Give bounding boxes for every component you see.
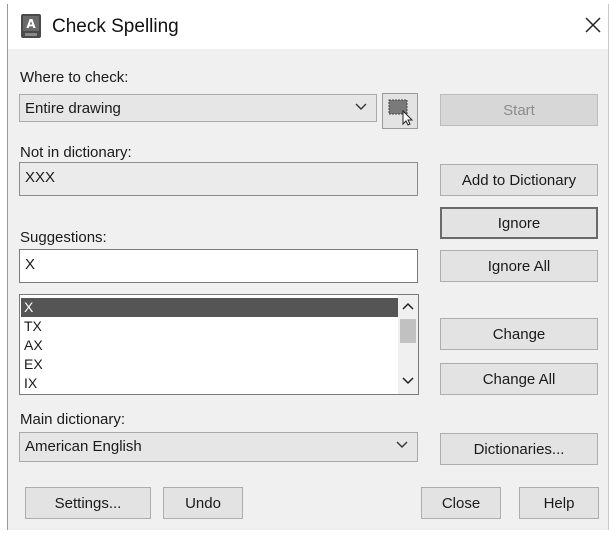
where-to-check-dropdown[interactable]: Entire drawing: [19, 94, 377, 122]
list-item[interactable]: IX: [21, 374, 399, 393]
main-dictionary-value: American English: [25, 438, 142, 455]
title-bar: A Check Spelling: [8, 4, 608, 49]
suggestions-list[interactable]: X TX AX EX IX: [19, 294, 419, 395]
list-item[interactable]: EX: [21, 355, 399, 374]
window-title: Check Spelling: [52, 16, 179, 37]
undo-button[interactable]: Undo: [163, 487, 243, 519]
select-objects-button[interactable]: [382, 93, 418, 129]
close-icon[interactable]: [581, 13, 605, 37]
chevron-down-icon: [355, 103, 367, 110]
not-in-dictionary-label: Not in dictionary:: [20, 144, 132, 161]
change-button[interactable]: Change: [440, 318, 598, 350]
settings-button[interactable]: Settings...: [25, 487, 151, 519]
list-item[interactable]: TX: [21, 317, 399, 336]
suggestions-scrollbar[interactable]: [398, 295, 418, 394]
not-in-dictionary-value: XXX: [25, 169, 56, 186]
start-button[interactable]: Start: [440, 94, 598, 126]
scroll-up-icon[interactable]: [398, 298, 418, 316]
ignore-button[interactable]: Ignore: [440, 207, 598, 239]
suggestion-input[interactable]: X: [19, 249, 418, 283]
scroll-down-icon[interactable]: [398, 373, 418, 391]
svg-text:A: A: [26, 17, 36, 31]
list-item[interactable]: X: [21, 298, 399, 317]
add-to-dictionary-button[interactable]: Add to Dictionary: [440, 164, 598, 196]
main-dictionary-dropdown[interactable]: American English: [19, 432, 418, 462]
help-button[interactable]: Help: [519, 487, 599, 519]
not-in-dictionary-field: XXX: [19, 162, 418, 196]
check-spelling-dialog: A Check Spelling Where to check: Entire …: [7, 4, 609, 530]
chevron-down-icon: [396, 441, 408, 448]
where-to-check-label: Where to check:: [20, 69, 129, 86]
select-objects-icon: [388, 99, 414, 126]
change-all-button[interactable]: Change All: [440, 363, 598, 395]
scroll-thumb[interactable]: [400, 319, 416, 343]
list-item[interactable]: AX: [21, 336, 399, 355]
where-to-check-value: Entire drawing: [25, 100, 121, 117]
suggestion-input-value: X: [25, 256, 36, 273]
dictionaries-button[interactable]: Dictionaries...: [440, 433, 598, 465]
main-dictionary-label: Main dictionary:: [20, 411, 126, 428]
close-button[interactable]: Close: [421, 487, 501, 519]
suggestions-label: Suggestions:: [20, 229, 107, 246]
autocad-icon: A: [21, 14, 41, 38]
ignore-all-button[interactable]: Ignore All: [440, 250, 598, 282]
